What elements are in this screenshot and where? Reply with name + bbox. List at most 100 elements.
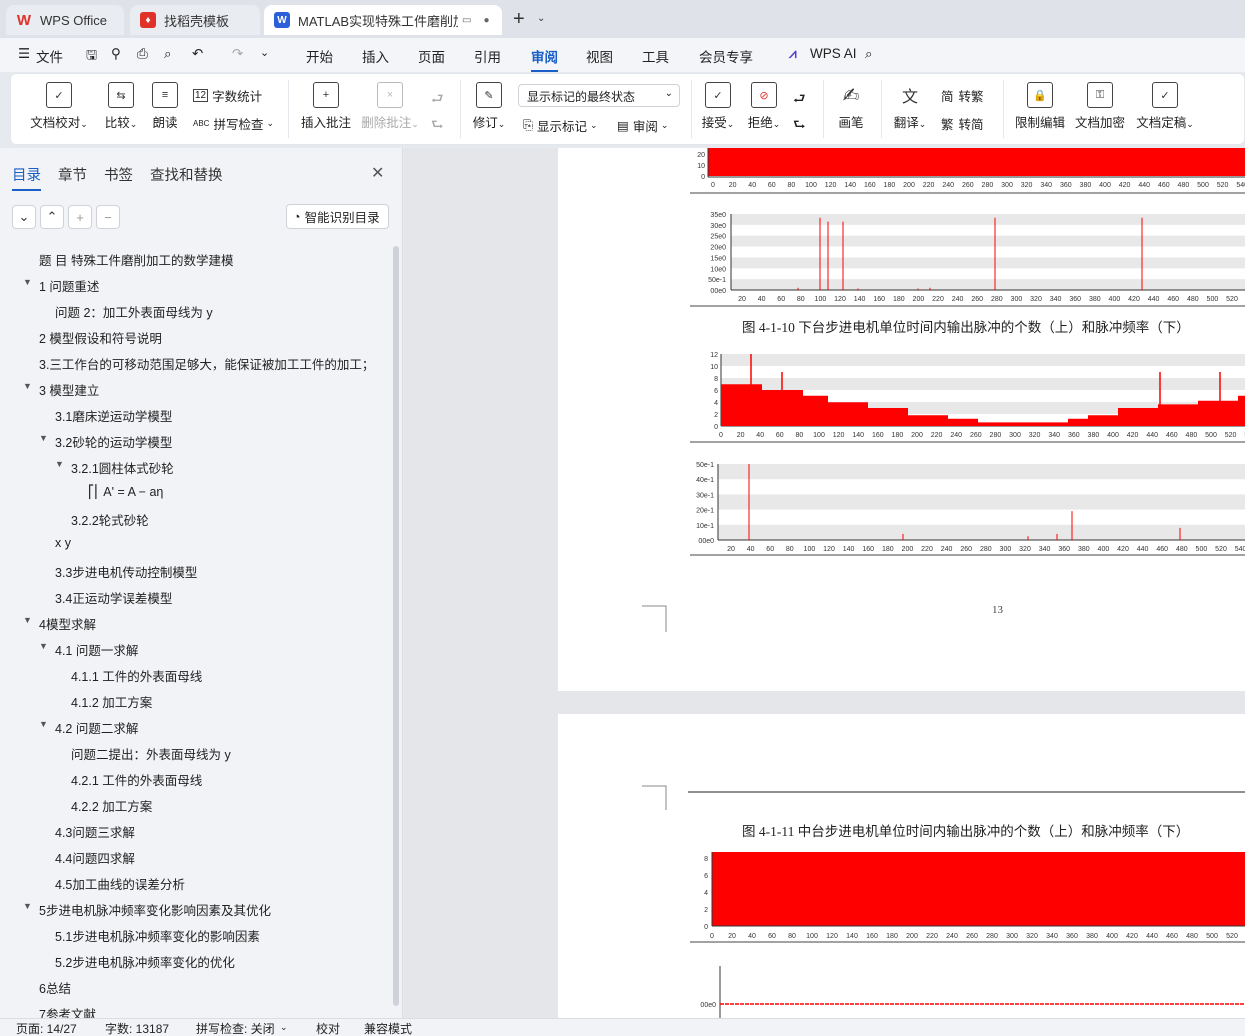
tab-toc[interactable]: 目录 [12,164,41,191]
toc-item[interactable]: 3.4正运动学误差模型 [55,588,172,607]
finalize-button[interactable]: ✓ 文档定稿⌄ [1131,82,1199,131]
toc-item[interactable]: 3.三工作台的可移动范围足够大，能保证被加工工件的加工； [39,354,374,373]
doc-check-button[interactable]: ✓ 文档校对⌄ [29,82,89,131]
menu-item-page[interactable]: 页面 [418,46,445,66]
expand-triangle-icon[interactable]: ▼ [55,459,64,469]
toc-item[interactable]: ▼ 3 模型建立 [23,380,99,399]
collapse-up-icon[interactable]: ⌃ [40,205,64,229]
toc-item[interactable]: ▼ 4模型求解 [23,614,96,633]
unsaved-dot-icon[interactable]: ● [483,15,489,26]
smart-toc-button[interactable]: ◔ 智能识别目录 [286,204,389,229]
tab-wps-office[interactable]: W WPS Office [6,5,124,35]
menu-item-tools[interactable]: 工具 [642,46,669,66]
menu-icon[interactable]: ☰ [18,46,30,62]
toc-item[interactable]: ▼ 4.1 问题一求解 [39,640,138,659]
undo-icon[interactable]: ↶ [192,46,203,62]
toc-item[interactable]: 3.2.2轮式砂轮 [71,510,149,529]
expand-triangle-icon[interactable]: ▼ [23,381,32,391]
toc-item[interactable]: ▼ 3.2砂轮的运动学模型 [39,432,172,451]
translate-button[interactable]: 文翻译⌄ [887,82,933,131]
expand-triangle-icon[interactable]: ▼ [23,277,32,287]
share-icon[interactable]: ⚲ [111,46,121,62]
print-preview-icon[interactable]: ⌕ [164,46,172,62]
expand-triangle-icon[interactable]: ▼ [39,433,48,443]
toc-item[interactable]: 4.2.1 工件的外表面母线 [71,770,202,789]
file-menu[interactable]: 文件 [36,46,63,66]
delete-comment-button[interactable]: × 删除批注⌄ [359,82,421,131]
expand-triangle-icon[interactable]: ▼ [23,615,32,625]
accept-button[interactable]: ✓ 接受⌄ [695,82,741,131]
tab-chapters[interactable]: 章节 [58,164,87,185]
to-traditional-button[interactable]: 简转繁 [941,86,984,105]
reject-button[interactable]: ⊘ 拒绝⌄ [741,82,787,131]
next-change-icon[interactable]: ⮑ [793,114,806,138]
toc-item[interactable]: x y [55,536,71,550]
toc-item[interactable]: 3.3步进电机传动控制模型 [55,562,197,581]
prev-change-icon[interactable]: ⮐ [793,88,806,112]
more-chevron-icon[interactable]: ⌄ [260,46,269,59]
menu-item-review[interactable]: 审阅 [531,46,558,72]
wps-ai-button[interactable]: WPS AI [810,46,857,61]
menu-item-reference[interactable]: 引用 [474,46,501,66]
word-count-indicator[interactable]: 字数: 13187 [105,1020,169,1036]
menu-item-start[interactable]: 开始 [306,46,333,66]
tab-document[interactable]: W MATLAB实现特殊工件磨削加工 ▭ ● [264,5,502,35]
toc-item[interactable]: 4.5加工曲线的误差分析 [55,874,185,893]
toc-item[interactable]: 5.1步进电机脉冲频率变化的影响因素 [55,926,260,945]
menu-item-insert[interactable]: 插入 [362,46,389,66]
toc-item[interactable]: ▼ 5步进电机脉冲频率变化影响因素及其优化 [23,900,271,919]
toc-item[interactable]: 2 模型假设和符号说明 [39,328,162,347]
scrollbar[interactable] [393,246,399,1006]
remove-heading-icon[interactable]: − [96,205,120,229]
review-pane-button[interactable]: ▤ 审阅 ⌄ [617,116,668,135]
toc-item[interactable]: 3.1磨床逆运动学模型 [55,406,172,425]
toc-item[interactable]: 4.3问题三求解 [55,822,135,841]
tab-find-replace[interactable]: 查找和替换 [150,164,223,185]
read-aloud-button[interactable]: ≡ 朗读 [135,82,195,131]
toc-item[interactable]: ▼ 3.2.1圆柱体式砂轮 [55,458,174,477]
toc-item[interactable]: 4.1.2 加工方案 [71,692,152,711]
save-icon[interactable]: 🖫 [86,46,97,68]
menu-item-view[interactable]: 视图 [586,46,613,66]
toc-item[interactable]: 6总结 [39,978,71,997]
new-tab-icon[interactable]: + [513,8,525,31]
restrict-edit-button[interactable]: 🔒 限制编辑 [1009,82,1071,131]
display-state-select[interactable]: 显示标记的最终状态 ⌄ [518,84,680,107]
to-simplified-button[interactable]: 繁转简 [941,114,984,133]
expand-triangle-icon[interactable]: ▼ [39,719,48,729]
proofread-status[interactable]: 校对 [316,1020,340,1036]
insert-comment-button[interactable]: + 插入批注 [295,82,357,131]
toc-item[interactable]: ▼ 4.2 问题二求解 [39,718,138,737]
revise-button[interactable]: ✎ 修订⌄ [463,82,515,131]
toc-item[interactable]: 4.2.2 加工方案 [71,796,152,815]
chevron-down-icon[interactable]: ⌄ [280,1022,288,1033]
next-comment-icon[interactable]: ⮑ [431,114,444,138]
close-icon[interactable]: ✕ [371,163,384,183]
add-heading-icon[interactable]: + [68,205,92,229]
toc-item[interactable]: 问题 2：加工外表面母线为 y [55,302,213,321]
page-indicator[interactable]: 页面: 14/27 [16,1020,77,1036]
toc-item[interactable]: 问题二提出：外表面母线为 y [71,744,231,763]
word-count-button[interactable]: 12 字数统计 [193,86,262,105]
show-markup-button[interactable]: ⎘ 显示标记 ⌄ [523,116,598,135]
redo-icon[interactable]: ↷ [232,46,243,62]
toc-item[interactable]: 4.1.1 工件的外表面母线 [71,666,202,685]
expand-triangle-icon[interactable]: ▼ [39,641,48,651]
tab-templates[interactable]: ♦ 找稻壳模板 [130,5,260,35]
print-icon[interactable]: ⎙ [137,46,148,62]
toc-item[interactable]: 5.2步进电机脉冲频率变化的优化 [55,952,235,971]
spell-check-status[interactable]: 拼写检查: 关闭 [196,1020,275,1036]
expand-triangle-icon[interactable]: ▼ [23,901,32,911]
spell-check-button[interactable]: ABC 拼写检查 ⌄ [193,114,274,133]
menu-item-member[interactable]: 会员专享 [699,46,753,66]
pen-button[interactable]: ✍ 画笔 [823,82,879,131]
encrypt-button[interactable]: ⚿ 文档加密 [1069,82,1131,131]
tab-bookmarks[interactable]: 书签 [104,164,133,185]
toc-item[interactable]: ▼ 1 问题重述 [23,276,99,295]
chevron-down-icon[interactable]: ⌄ [537,13,545,24]
search-icon[interactable]: ⌕ [865,46,873,62]
toc-item[interactable]: 4.4问题四求解 [55,848,135,867]
toc-item[interactable]: 题 目 特殊工件磨削加工的数学建模 [39,250,233,269]
expand-down-icon[interactable]: ⌄ [12,205,36,229]
prev-comment-icon[interactable]: ⮐ [431,88,444,112]
